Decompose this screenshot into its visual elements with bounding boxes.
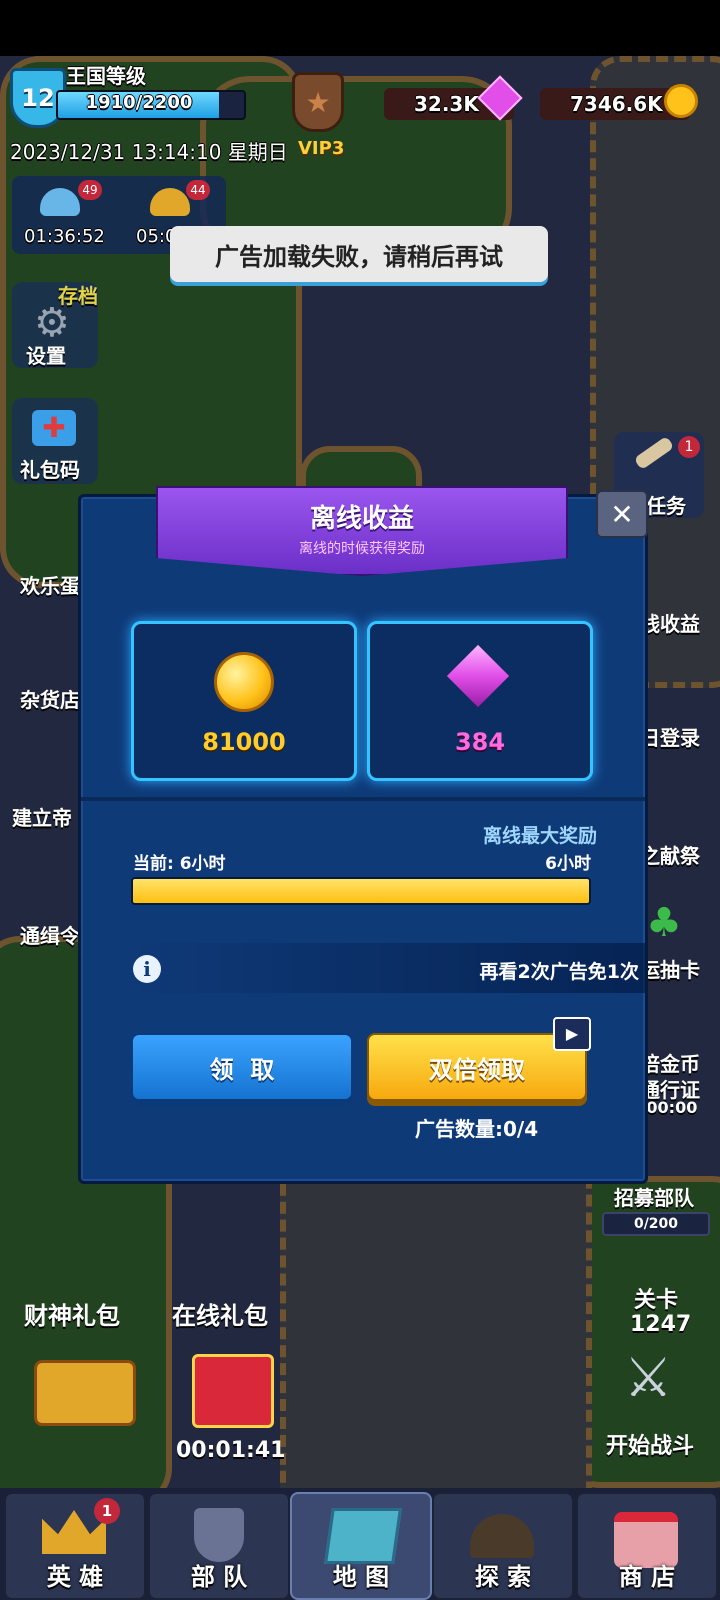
happy-egg-label: 欢乐蛋 [20, 574, 80, 598]
offline-time-progress-fill [133, 879, 589, 903]
dialog-subtitle: 离线的时候获得奖励 [299, 541, 425, 557]
offline-reward-dialog: 81000 384 离线最大奖励 当前: 6小时 6小时 i 再看2次广告免1次… [78, 494, 648, 1184]
gem-amount: 32.3K [414, 92, 479, 116]
tab-explore[interactable]: 探 索 [432, 1492, 574, 1600]
stage-label: 关卡 [634, 1288, 679, 1313]
tab-map-label: 地 图 [332, 1563, 390, 1591]
offline-time-progress-bar [131, 877, 591, 905]
gold-coin-icon [214, 652, 274, 712]
timer-item-1[interactable]: 49 01:36:52 [20, 180, 110, 252]
timer-badge-2: 44 [186, 180, 210, 200]
tab-shop-label: 商 店 [618, 1563, 676, 1591]
daily-login-label: 日登录 [640, 726, 700, 750]
ad-count-text: 广告数量:0/4 [415, 1117, 539, 1141]
current-hours-label: 当前: 6小时 [133, 854, 226, 874]
helmet-icon [40, 188, 80, 216]
build-label: 建立帝 [12, 806, 72, 830]
tab-heroes-label: 英 雄 [46, 1563, 104, 1591]
shield-icon [194, 1508, 244, 1562]
toast-message: 广告加载失败，请稍后再试 [170, 226, 548, 282]
recruit-label: 招募部队 [614, 1186, 694, 1210]
task-label: 任务 [646, 494, 686, 518]
max-reward-label: 离线最大奖励 [482, 825, 597, 847]
star-rank-icon: ★ [292, 72, 344, 132]
vip-level-text: VIP3 [298, 138, 345, 159]
mine-icon [470, 1514, 534, 1558]
double-claim-label: 双倍领取 [429, 1055, 525, 1084]
store-label: 杂货店 [20, 688, 80, 712]
max-hours-label: 6小时 [545, 854, 591, 874]
ad-hint-text: 再看2次广告免1次 [479, 961, 639, 983]
tab-shop[interactable]: 商 店 [576, 1492, 718, 1600]
gem-reward-amount: 384 [454, 728, 506, 756]
gift-card-icon: ✚ [32, 410, 76, 446]
lucky-draw-label: 运抽卡 [640, 958, 700, 982]
tab-heroes[interactable]: 1 英 雄 [4, 1492, 146, 1600]
vip-badge[interactable]: ★ [290, 70, 344, 132]
pass-label-line1: 倍金币 [640, 1052, 700, 1076]
wanted-label: 通缉令 [20, 924, 80, 948]
tab-heroes-badge: 1 [94, 1498, 120, 1524]
timer-text-1: 01:36:52 [24, 226, 105, 247]
clover-icon: ♣ [646, 900, 682, 946]
recruit-progress-bar: 0/200 [602, 1212, 710, 1236]
dialog-title: 离线收益 [309, 504, 414, 534]
fortune-gift-label: 财神礼包 [24, 1302, 120, 1330]
claim-button-label: 领 取 [209, 1055, 275, 1084]
start-battle-label: 开始战斗 [606, 1434, 695, 1459]
gold-reward-amount: 81000 [202, 728, 286, 756]
kingdom-level-label: 王国等级 [66, 64, 146, 88]
timer-badge-1: 49 [78, 180, 102, 200]
gold-coin-icon [664, 84, 698, 118]
offline-income-label: 线收益 [640, 612, 700, 636]
video-ad-icon: ▶ [553, 1017, 591, 1051]
offering-label: 之献祭 [640, 844, 700, 868]
gold-reward-slot: 81000 [131, 621, 357, 781]
tab-explore-label: 探 索 [474, 1563, 532, 1591]
gem-reward-slot: 384 [367, 621, 593, 781]
fortune-gift-button[interactable] [20, 1340, 140, 1430]
datetime-text: 2023/12/31 13:14:10 星期日 [10, 140, 288, 164]
pass-timer: :00:00 [640, 1098, 698, 1117]
online-gift-timer: 00:01:41 [176, 1438, 286, 1463]
task-badge: 1 [678, 436, 700, 458]
gem-counter[interactable]: 32.3K [384, 75, 523, 121]
hero-helmet-icon [150, 188, 190, 216]
online-gift-label: 在线礼包 [172, 1302, 268, 1330]
scroll-icon [633, 435, 675, 471]
dialog-header: 离线收益 离线的时候获得奖励 [156, 486, 568, 576]
stage-number: 1247 [630, 1312, 692, 1337]
treasure-chest-icon [34, 1360, 136, 1426]
tab-troops-label: 部 队 [190, 1563, 248, 1591]
close-icon: ✕ [610, 497, 634, 531]
map-icon [324, 1508, 402, 1564]
tab-map[interactable]: 地 图 [290, 1492, 432, 1600]
status-bar [0, 0, 720, 56]
gold-amount: 7346.6K [570, 92, 663, 116]
archive-label: 存档 [58, 284, 98, 308]
claim-button[interactable]: 领 取 [131, 1033, 353, 1101]
crossed-swords-icon: ⚔ [624, 1346, 673, 1409]
tab-troops[interactable]: 部 队 [148, 1492, 290, 1600]
gift-box-icon [192, 1354, 274, 1428]
exp-text: 1910/2200 [85, 92, 193, 113]
gold-counter[interactable]: 7346.6K [540, 84, 698, 120]
info-icon[interactable]: i [133, 955, 161, 983]
start-battle-button[interactable]: ⚔ 开始战斗 [604, 1340, 708, 1460]
close-button[interactable]: ✕ [596, 490, 648, 538]
reward-section-divider [81, 797, 645, 801]
online-gift-button[interactable] [180, 1340, 280, 1430]
gem-icon [446, 644, 510, 708]
settings-label: 设置 [26, 344, 66, 368]
gift-code-label: 礼包码 [20, 458, 80, 482]
